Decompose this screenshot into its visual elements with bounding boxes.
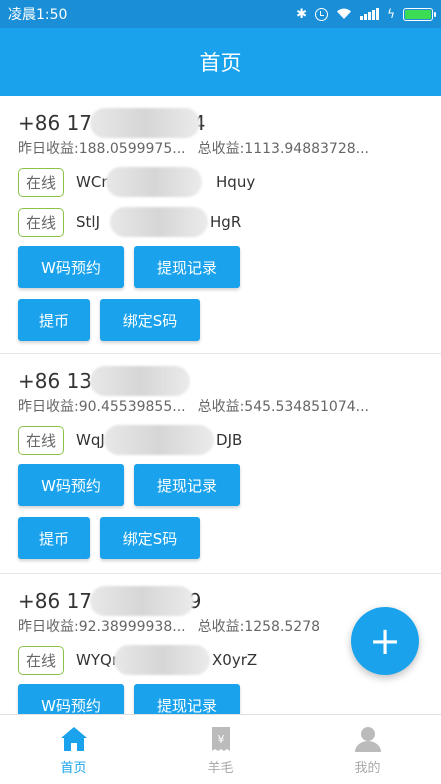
total-earnings: 总收益:1258.5278 (197, 619, 321, 635)
phone-number: +86 17 14 (18, 108, 423, 138)
redaction-blur (90, 108, 200, 138)
device-id-end: HgR (210, 213, 242, 231)
phone-start: 17 (66, 111, 93, 135)
device-id: WYQr X0yrZ (76, 645, 276, 675)
account-card: +86 17 14 昨日收益:188.0599975... 总收益:1113.9… (0, 96, 441, 354)
nav-mine-label: 我的 (354, 760, 381, 776)
phone-prefix: +86 (18, 589, 61, 613)
redaction-blur (106, 167, 203, 197)
svg-text:¥: ¥ (217, 733, 224, 746)
withdraw-record-button[interactable]: 提现记录 (134, 684, 240, 714)
app-bar: 首页 (0, 28, 441, 96)
device-id: WqJ DJB (76, 425, 276, 455)
device-id-start: WqJ (76, 431, 105, 449)
battery-icon (403, 7, 436, 21)
nav-wool[interactable]: ¥ 羊毛 (147, 715, 294, 784)
status-badge: 在线 (18, 207, 65, 237)
w-reserve-button[interactable]: W码预约 (18, 464, 124, 506)
device-id-start: WYQr (76, 651, 118, 669)
nav-home[interactable]: 首页 (0, 715, 147, 784)
total-earnings: 总收益:545.534851074... (197, 399, 369, 415)
total-earnings: 总收益:1113.94883728... (197, 141, 369, 157)
withdraw-button[interactable]: 提币 (18, 517, 90, 559)
status-badge: 在线 (18, 645, 65, 675)
redaction-blur (110, 207, 209, 237)
device-id-start: StlJ (76, 213, 101, 231)
device-id-end: X0yrZ (212, 651, 258, 669)
phone-number: +86 17 39 (18, 586, 423, 616)
page-title: 首页 (199, 51, 242, 75)
yesterday-earnings: 昨日收益:188.0599975... (18, 141, 186, 157)
add-account-button[interactable]: + (351, 607, 419, 675)
redaction-blur (114, 645, 211, 675)
device-id-end: DJB (216, 431, 243, 449)
yesterday-earnings: 昨日收益:90.45539855... (18, 399, 186, 415)
status-bar: 凌晨1:50 ✱ ϟ (0, 0, 441, 28)
phone-prefix: +86 (18, 369, 61, 393)
w-reserve-button[interactable]: W码预约 (18, 246, 124, 288)
home-icon (60, 726, 87, 751)
receipt-icon: ¥ (211, 726, 230, 751)
withdraw-button[interactable]: 提币 (18, 299, 90, 341)
account-card: +86 13 4 昨日收益:90.45539855... 总收益:545.534… (0, 354, 441, 574)
phone-start: 13 (66, 369, 93, 393)
nav-wool-label: 羊毛 (207, 760, 234, 776)
device-row[interactable]: 在线 WCm Hquy (18, 164, 423, 200)
status-badge: 在线 (18, 425, 65, 455)
device-row[interactable]: 在线 WqJ DJB (18, 422, 423, 458)
wifi-icon (337, 8, 352, 19)
bluetooth-icon: ✱ (296, 6, 308, 22)
yesterday-earnings: 昨日收益:92.38999938... (18, 619, 186, 635)
charging-icon: ϟ (387, 7, 395, 21)
signal-icon (360, 8, 380, 20)
nav-mine[interactable]: 我的 (294, 715, 441, 784)
status-badge: 在线 (18, 167, 65, 197)
redaction-blur (90, 586, 194, 616)
device-id: StlJ HgR (76, 207, 276, 237)
w-reserve-button[interactable]: W码预约 (18, 684, 124, 714)
status-time: 凌晨1:50 (8, 7, 68, 23)
user-icon (354, 726, 381, 752)
bind-s-button[interactable]: 绑定S码 (100, 299, 200, 341)
withdraw-record-button[interactable]: 提现记录 (134, 246, 240, 288)
device-id: WCm Hquy (76, 167, 276, 197)
device-id-end: Hquy (216, 173, 256, 191)
phone-number: +86 13 4 (18, 366, 423, 396)
bind-s-button[interactable]: 绑定S码 (100, 517, 200, 559)
nav-home-label: 首页 (60, 760, 87, 776)
phone-prefix: +86 (18, 111, 61, 135)
device-row[interactable]: 在线 StlJ HgR (18, 204, 423, 240)
withdraw-record-button[interactable]: 提现记录 (134, 464, 240, 506)
phone-start: 17 (66, 589, 93, 613)
alarm-icon (315, 7, 329, 21)
redaction-blur (104, 425, 215, 455)
bottom-nav: 首页 ¥ 羊毛 我的 (0, 714, 441, 784)
redaction-blur (90, 366, 190, 396)
